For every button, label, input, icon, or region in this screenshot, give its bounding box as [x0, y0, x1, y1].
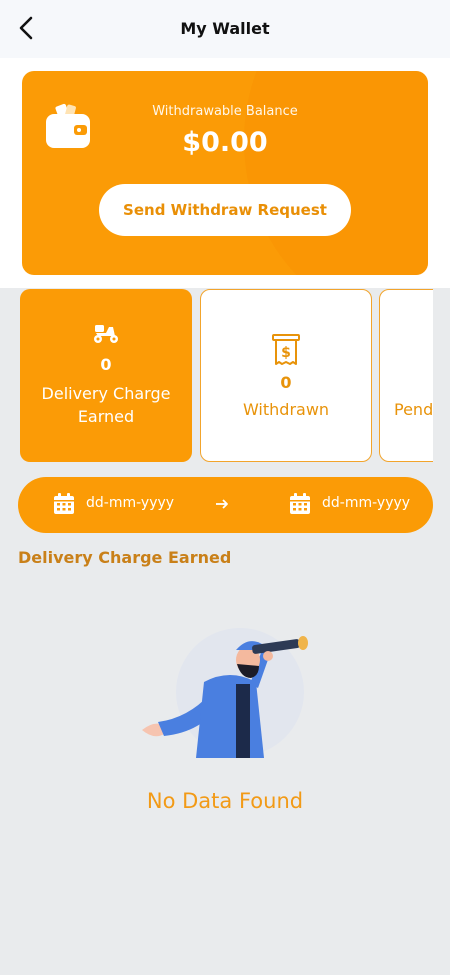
empty-state-illustration [142, 628, 308, 758]
balance-amount: $0.00 [182, 127, 268, 158]
app-header: My Wallet [0, 0, 450, 58]
stat-value-delivery-charge: 0 [100, 355, 112, 374]
stat-label-delivery-charge: Delivery Charge Earned [41, 384, 171, 426]
start-date-field[interactable]: dd-mm-yyyy [86, 495, 174, 511]
svg-text:$: $ [281, 345, 291, 361]
end-date-field[interactable]: dd-mm-yyyy [322, 495, 410, 511]
balance-card: Withdrawable Balance $0.00 Send Withdraw… [22, 71, 428, 275]
stat-label-pending: Pend [394, 400, 433, 419]
empty-state-text: No Data Found [146, 789, 304, 813]
date-range-picker: dd-mm-yyyy dd-mm-yyyy [18, 477, 433, 533]
send-withdraw-request-button[interactable]: Send Withdraw Request [99, 184, 351, 236]
scooter-icon [94, 325, 118, 343]
section-title: Delivery Charge Earned [18, 548, 232, 567]
stat-label-withdrawn: Withdrawn [242, 400, 330, 419]
stat-value-withdrawn: 0 [280, 373, 292, 392]
page-title: My Wallet [180, 19, 270, 38]
stats-row: 0 Delivery Charge Earned $ 0 Withdrawn P… [20, 289, 433, 463]
calendar-icon[interactable] [289, 493, 311, 515]
balance-panel: Withdrawable Balance $0.00 Send Withdraw… [0, 58, 450, 288]
arrow-right-icon [216, 499, 228, 509]
card-decoration [244, 71, 428, 275]
stat-card-delivery-charge[interactable]: 0 Delivery Charge Earned [20, 289, 192, 462]
stat-card-withdrawn[interactable]: $ 0 Withdrawn [200, 289, 372, 462]
balance-label: Withdrawable Balance [152, 104, 298, 119]
calendar-icon[interactable] [53, 493, 75, 515]
receipt-dollar-icon: $ [272, 334, 300, 365]
stat-card-pending[interactable]: Pend [379, 289, 433, 462]
